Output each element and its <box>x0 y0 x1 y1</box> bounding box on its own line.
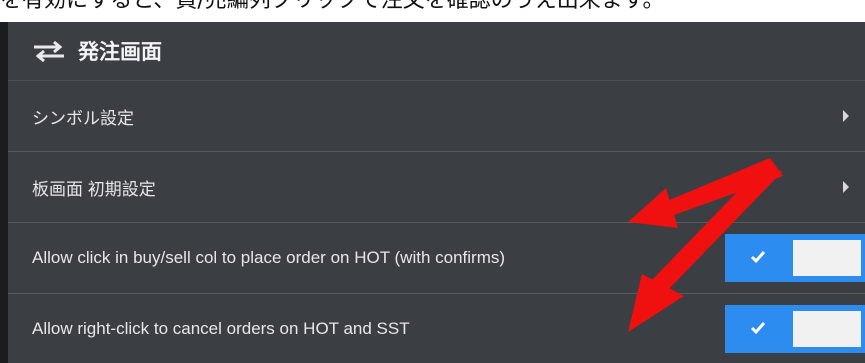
order-screen-settings-panel: 発注画面 シンボル設定 板画面 初期設定 Allow click in buy/… <box>8 22 865 363</box>
row-label: Allow click in buy/sell col to place ord… <box>32 248 506 267</box>
board-initial-settings-row[interactable]: 板画面 初期設定 <box>8 152 865 223</box>
swap-arrows-icon <box>34 40 64 63</box>
row-label: Allow right-click to cancel orders on HO… <box>32 319 410 338</box>
click-to-place-order-row: Allow click in buy/sell col to place ord… <box>8 223 865 294</box>
top-text-content: を有効にすると、買/売編列クリックで注文を確認のうえ出来ます。 <box>0 0 665 13</box>
right-click-cancel-row: Allow right-click to cancel orders on HO… <box>8 294 865 363</box>
check-icon <box>750 251 766 264</box>
row-label: 板画面 初期設定 <box>32 179 156 199</box>
left-edge-strip <box>0 22 8 363</box>
chevron-right-icon <box>843 181 849 193</box>
toggle-knob <box>793 240 861 276</box>
right-click-cancel-toggle[interactable] <box>725 305 865 353</box>
chevron-right-icon <box>843 110 849 122</box>
panel-header: 発注画面 <box>8 22 865 81</box>
click-to-place-order-toggle[interactable] <box>725 234 865 282</box>
check-icon <box>750 322 766 335</box>
cropped-top-text: を有効にすると、買/売編列クリックで注文を確認のうえ出来ます。 <box>0 0 865 22</box>
toggle-knob <box>793 311 861 347</box>
row-label: シンボル設定 <box>32 108 134 128</box>
panel-title: 発注画面 <box>78 41 162 64</box>
symbol-settings-row[interactable]: シンボル設定 <box>8 81 865 152</box>
